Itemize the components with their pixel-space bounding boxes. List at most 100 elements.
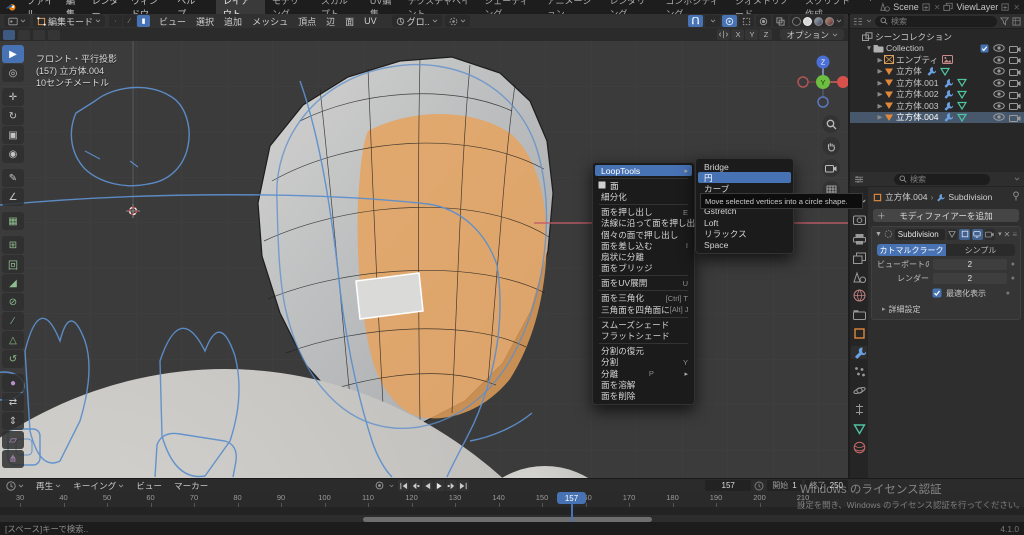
context-menu-item[interactable]: 面を差し込むI [593,240,694,251]
measure-tool[interactable]: ∠ [2,188,24,206]
context-menu-item[interactable]: フラットシェード [593,330,694,341]
context-menu-item[interactable]: スムーズシェード [593,319,694,330]
prev-keyframe-icon[interactable] [410,480,421,491]
expand-arrow-icon[interactable]: ▶ [876,102,884,110]
outliner-row[interactable]: ▶立方体 [850,66,1024,78]
timeline-menu-keying[interactable]: キーイング [67,480,130,492]
camera-view-icon[interactable] [822,159,840,177]
outliner-editor-icon[interactable] [853,17,863,26]
context-menu-item[interactable]: 面をUV展開U [593,278,694,289]
show-overlays-icon[interactable] [756,15,771,27]
breadcrumb-modifier[interactable]: Subdivision [948,192,992,202]
jump-to-end-icon[interactable] [458,480,469,491]
snap-settings-chevron[interactable] [705,15,720,27]
snap-magnet-icon[interactable] [688,15,703,27]
outliner-row[interactable]: ▶エンプティ [850,54,1024,66]
context-menu-item[interactable]: 分割Y [593,357,694,368]
properties-tab-physics[interactable] [851,384,867,397]
context-menu-item[interactable]: LoopTools▸ [595,165,692,176]
frame-start-field[interactable]: 開始1 [767,480,801,491]
tool-option-icon-2[interactable] [33,30,45,40]
camera-toggle-icon[interactable] [1009,44,1021,53]
pin-icon[interactable] [1012,191,1020,203]
context-menu-item[interactable]: 面を押し出しE [593,207,694,218]
spin-tool[interactable]: ↺ [2,350,24,368]
optimal-display-checkbox[interactable] [932,288,942,298]
proportional-editing-icon[interactable] [722,15,737,27]
options-dropdown[interactable]: オプション [780,29,844,40]
tab-simple[interactable]: シンプル [946,244,1015,256]
context-menu-item[interactable]: 扇状に分離 [593,251,694,262]
shrink-fatten-tool[interactable]: ⇕ [2,412,24,430]
solid-shading-icon[interactable] [803,17,812,26]
play-reverse-icon[interactable] [422,480,433,491]
blender-logo-icon[interactable] [5,2,17,12]
render-toggle-icon[interactable] [985,229,996,240]
looptools-submenu-item[interactable]: Loft [696,217,793,228]
viewport-menu-item[interactable]: メッシュ [247,15,293,28]
outliner-filter-icon[interactable] [1000,17,1009,26]
properties-tab-render[interactable] [851,213,867,226]
camera-toggle-icon[interactable] [1009,78,1021,87]
camera-toggle-icon[interactable] [1009,90,1021,99]
modifier-extras-chevron[interactable]: ▾ [998,230,1002,238]
navigation-gizmo[interactable]: Z Y [794,53,848,111]
timeline-tracks[interactable] [0,507,1024,515]
pan-hand-icon[interactable] [822,137,840,155]
new-scene-icon[interactable] [922,3,931,12]
show-gizmo-icon[interactable] [739,15,754,27]
viewport-menu-item[interactable]: 選択 [191,15,219,28]
properties-tab-data[interactable] [851,422,867,435]
edge-slide-tool[interactable]: ⇄ [2,393,24,411]
current-frame-badge[interactable]: 157 [557,492,586,504]
outliner-item-label[interactable]: エンプティ [896,54,938,66]
advanced-subpanel[interactable]: ▸ 詳細設定 [882,304,1020,315]
remove-view-layer-icon[interactable]: ✕ [1013,3,1020,12]
wireframe-shading-icon[interactable] [792,17,801,26]
context-menu-item[interactable]: 三角面を四角面に[Alt] J [593,304,694,315]
breadcrumb-object[interactable]: 立方体.004 [885,191,928,203]
outliner-display-mode-icon[interactable] [866,19,872,23]
unlink-scene-icon[interactable]: ✕ [934,3,941,12]
context-menu-item[interactable]: 個々の面で押し出し [593,229,694,240]
frame-end-field[interactable]: 終了250 [805,480,848,491]
auto-key-chevron[interactable] [386,480,397,491]
viewport-menu-item[interactable]: 頂点 [293,15,321,28]
outliner-row[interactable]: ▼Collection [850,43,1024,55]
outliner-row[interactable]: ▶立方体.004 [850,112,1024,124]
expand-arrow-icon[interactable]: ▶ [876,67,884,75]
properties-search-input[interactable]: 検索 [894,174,990,185]
inset-faces-tool[interactable]: 回 [2,255,24,273]
eye-toggle-icon[interactable] [993,44,1005,52]
tool-option-icon-1[interactable] [18,30,30,40]
mirror-x-button[interactable]: X [731,29,744,40]
properties-tab-object[interactable] [851,327,867,340]
next-keyframe-icon[interactable] [446,480,457,491]
tab-catmull-clark[interactable]: カトマルクラーク [877,244,946,256]
outliner-item-label[interactable]: 立方体.002 [896,88,939,100]
xray-toggle-icon[interactable] [773,15,788,27]
current-frame-line[interactable] [571,503,573,523]
outliner-search-input[interactable]: 検索 [875,16,997,27]
face-select-icon[interactable]: ▮ [137,15,150,27]
properties-tab-scene[interactable] [851,270,867,283]
active-tool-icon[interactable] [3,30,15,40]
loop-cut-tool[interactable]: ⊘ [2,293,24,311]
levels-viewport-field[interactable]: 2 [933,259,1007,270]
tool-option-icon-3[interactable] [48,30,60,40]
context-menu-item[interactable]: 面を溶解 [593,379,694,390]
looptools-submenu-item[interactable]: Space [696,239,793,250]
current-frame-field[interactable]: 157 [705,480,751,491]
rendered-shading-icon[interactable] [825,17,834,26]
eye-toggle-icon[interactable] [993,67,1005,75]
context-menu-item[interactable]: 分割の復元 [593,346,694,357]
outliner-item-label[interactable]: Collection [886,43,924,53]
smooth-tool[interactable]: ● [2,374,24,392]
camera-toggle-icon[interactable] [1009,113,1021,122]
looptools-submenu-item[interactable]: Bridge [696,161,793,172]
mirror-z-button[interactable]: Z [759,29,772,40]
properties-tab-world[interactable] [851,289,867,302]
outliner-item-label[interactable]: シーンコレクション [875,31,952,43]
expand-chevron-icon[interactable]: ▼ [875,231,882,238]
keying-set-icon[interactable] [754,481,764,491]
